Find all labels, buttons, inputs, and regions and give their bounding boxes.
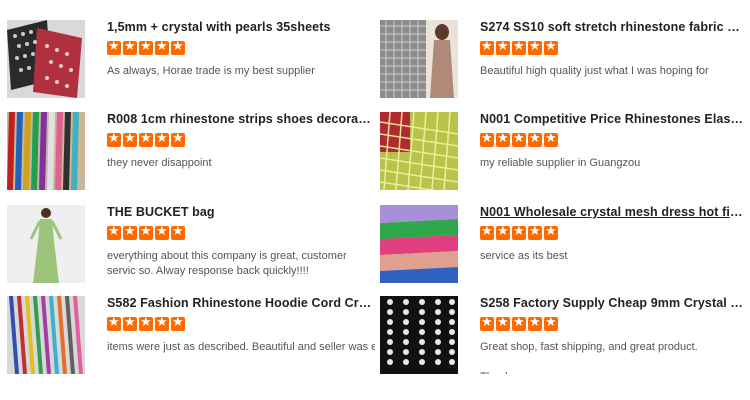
- review-comment: everything about this company is great, …: [107, 250, 347, 277]
- product-title[interactable]: S274 SS10 soft stretch rhinestone fabric…: [480, 20, 745, 34]
- star-icon: [171, 224, 185, 240]
- review-comment: service as its best: [480, 250, 568, 262]
- rating-stars: [107, 131, 185, 147]
- rhinestone-strips-image[interactable]: [7, 112, 85, 190]
- review-card: R008 1cm rhinestone strips shoes decorat…: [7, 112, 377, 202]
- star-icon: [544, 131, 558, 147]
- product-title[interactable]: THE BUCKET bag: [107, 205, 372, 219]
- product-title[interactable]: S582 Fashion Rhinestone Hoodie Cord Crys…: [107, 296, 372, 310]
- star-icon: [512, 131, 526, 147]
- star-icon: [155, 224, 169, 240]
- star-icon: [139, 224, 153, 240]
- star-icon: [544, 224, 558, 240]
- review-card: S274 SS10 soft stretch rhinestone fabric…: [380, 20, 750, 110]
- rating-stars: [107, 224, 185, 240]
- star-icon: [496, 224, 510, 240]
- star-icon: [528, 131, 542, 147]
- product-title[interactable]: 1,5mm + crystal with pearls 35sheets: [107, 20, 372, 34]
- star-icon: [107, 39, 121, 55]
- hoodie-cords-image[interactable]: [7, 296, 85, 374]
- review-card: N001 Wholesale crystal mesh dress hot fi…: [380, 205, 750, 295]
- star-icon: [496, 131, 510, 147]
- product-title[interactable]: S258 Factory Supply Cheap 9mm Crystal cu…: [480, 296, 745, 310]
- rating-stars: [480, 39, 558, 55]
- review-comment: they never disappoint: [107, 157, 212, 169]
- product-title[interactable]: N001 Competitive Price Rhinestones Elast…: [480, 112, 745, 126]
- star-icon: [480, 39, 494, 55]
- colored-mesh-image[interactable]: [380, 205, 458, 283]
- star-icon: [496, 39, 510, 55]
- star-icon: [107, 315, 121, 331]
- rating-stars: [480, 224, 558, 240]
- star-icon: [155, 315, 169, 331]
- star-icon: [139, 315, 153, 331]
- star-icon: [528, 315, 542, 331]
- star-icon: [107, 131, 121, 147]
- green-dress-image[interactable]: [7, 205, 85, 283]
- review-comment: Great shop, fast shipping, and great pro…: [480, 341, 698, 374]
- review-card: S258 Factory Supply Cheap 9mm Crystal cu…: [380, 296, 750, 386]
- review-comment: As always, Horae trade is my best suppli…: [107, 65, 315, 77]
- star-icon: [528, 224, 542, 240]
- crystal-cup-chain-image[interactable]: [380, 296, 458, 374]
- star-icon: [544, 39, 558, 55]
- star-icon: [139, 39, 153, 55]
- star-icon: [512, 39, 526, 55]
- star-icon: [480, 131, 494, 147]
- mesh-dress-image[interactable]: [380, 20, 458, 98]
- star-icon: [496, 315, 510, 331]
- star-icon: [480, 315, 494, 331]
- star-icon: [171, 131, 185, 147]
- rating-stars: [107, 39, 185, 55]
- product-title[interactable]: R008 1cm rhinestone strips shoes decorat…: [107, 112, 372, 126]
- star-icon: [107, 224, 121, 240]
- product-title[interactable]: N001 Wholesale crystal mesh dress hot fi…: [480, 205, 745, 219]
- star-icon: [171, 315, 185, 331]
- rating-stars: [107, 315, 185, 331]
- star-icon: [139, 131, 153, 147]
- star-icon: [528, 39, 542, 55]
- review-card: N001 Competitive Price Rhinestones Elast…: [380, 112, 750, 202]
- review-card: 1,5mm + crystal with pearls 35sheets As …: [7, 20, 377, 110]
- review-comment: my reliable supplier in Guangzou: [480, 157, 641, 169]
- star-icon: [480, 224, 494, 240]
- star-icon: [123, 224, 137, 240]
- review-card: THE BUCKET bag everything about this com…: [7, 205, 377, 295]
- star-icon: [123, 315, 137, 331]
- rhinestone-sheets-image[interactable]: [7, 20, 85, 98]
- star-icon: [123, 39, 137, 55]
- star-icon: [171, 39, 185, 55]
- review-comment: Beautiful high quality just what I was h…: [480, 65, 709, 77]
- star-icon: [512, 224, 526, 240]
- star-icon: [123, 131, 137, 147]
- star-icon: [544, 315, 558, 331]
- net-fabric-image[interactable]: [380, 112, 458, 190]
- star-icon: [155, 39, 169, 55]
- review-comment: items were just as described. Beautiful …: [107, 341, 375, 353]
- review-card: S582 Fashion Rhinestone Hoodie Cord Crys…: [7, 296, 377, 386]
- rating-stars: [480, 131, 558, 147]
- star-icon: [512, 315, 526, 331]
- rating-stars: [480, 315, 558, 331]
- star-icon: [155, 131, 169, 147]
